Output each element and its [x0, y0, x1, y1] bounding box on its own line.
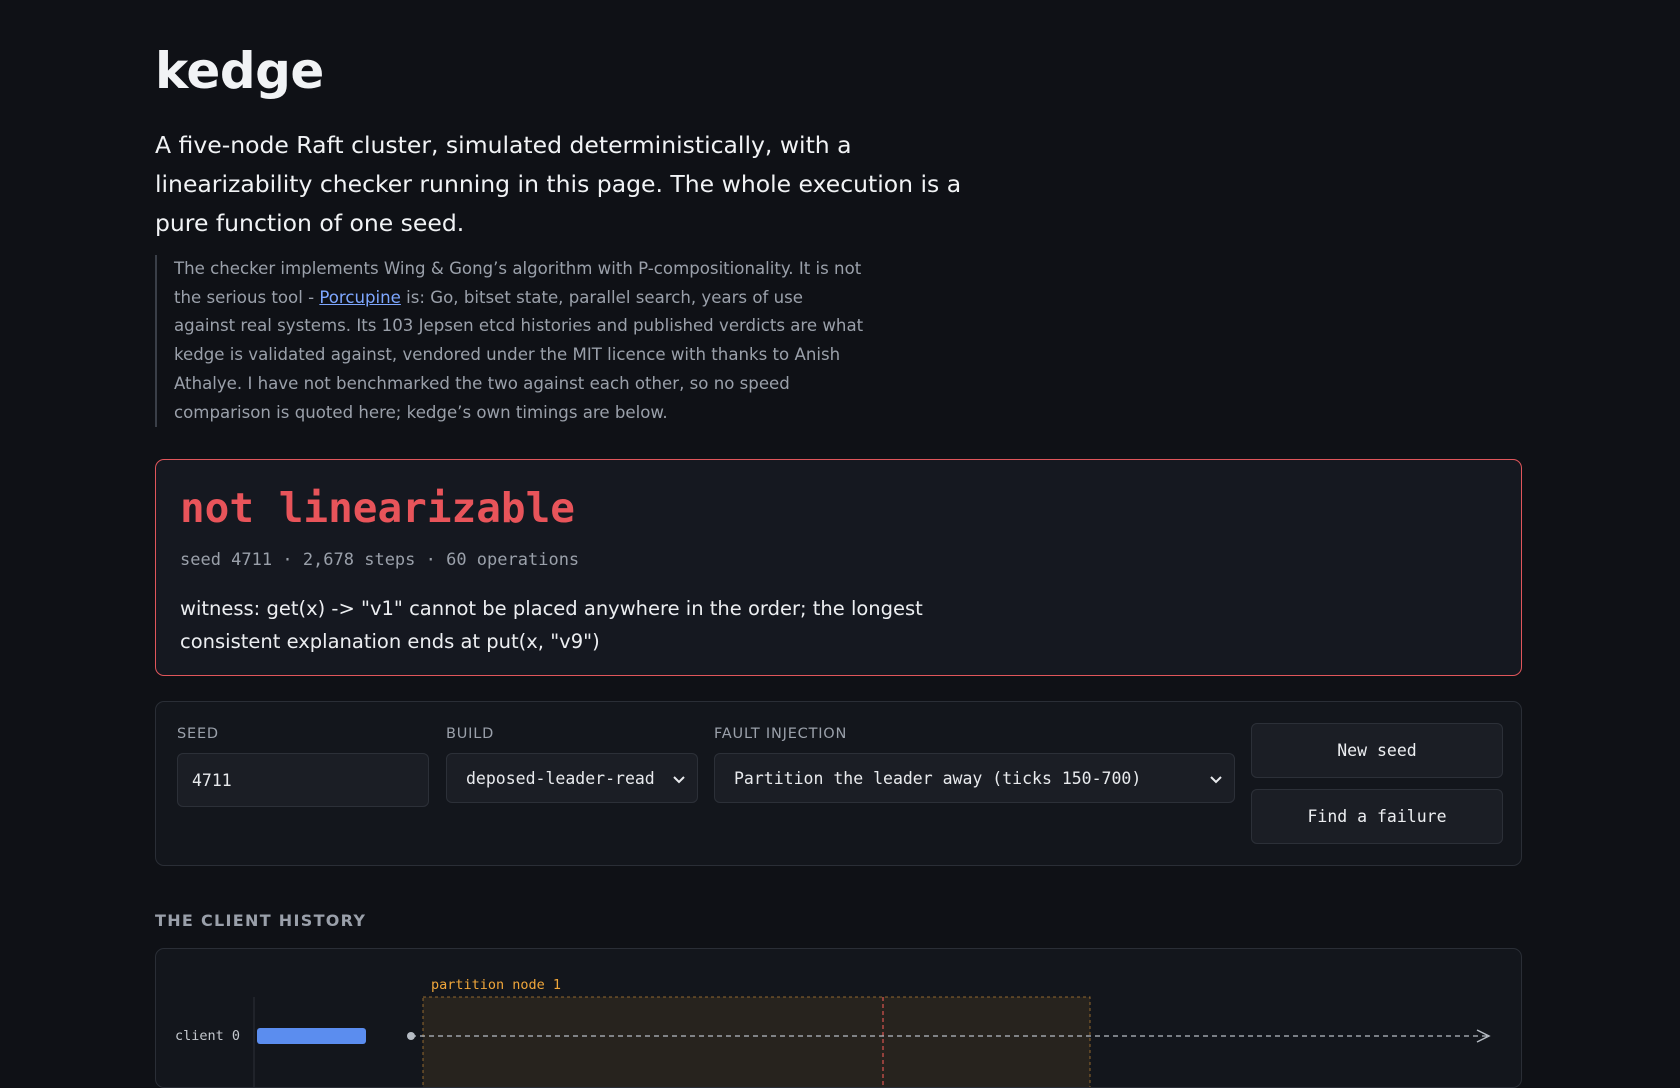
new-seed-button[interactable]: New seed [1251, 723, 1503, 778]
seed-value: 4711 [192, 770, 232, 790]
build-label: BUILD [446, 726, 495, 742]
client-0-operation[interactable] [257, 1028, 366, 1044]
client-history-panel: partition node 1 client 0 [155, 948, 1522, 1088]
chevron-down-icon [1210, 776, 1222, 784]
chevron-down-icon [673, 776, 685, 784]
build-field: BUILD deposed-leader-read [446, 726, 698, 803]
partition-label: partition node 1 [431, 977, 561, 993]
seed-input[interactable]: 4711 [177, 753, 429, 807]
verdict-witness: witness: get(x) -> "v1" cannot be placed… [180, 597, 923, 653]
fault-select[interactable]: Partition the leader away (ticks 150-700… [714, 753, 1235, 803]
verdict-meta: seed 4711 · 2,678 steps · 60 operations [180, 550, 580, 570]
client-0-invoke-point [407, 1032, 415, 1040]
porcupine-link[interactable]: Porcupine [319, 288, 401, 307]
verdict-title: not linearizable [180, 484, 575, 532]
verdict-card: not linearizable seed 4711 · 2,678 steps… [155, 459, 1522, 676]
seed-label: SEED [177, 726, 219, 742]
page-intro: A five-node Raft cluster, simulated dete… [155, 131, 962, 237]
note-text-end: is: Go, bitset state, parallel search, y… [174, 287, 864, 422]
fault-value: Partition the leader away (ticks 150-700… [734, 768, 1142, 788]
build-select[interactable]: deposed-leader-read [446, 753, 698, 803]
page-title: kedge [155, 42, 324, 100]
client-0-label: client 0 [175, 1028, 240, 1044]
controls-panel: SEED 4711 BUILD deposed-leader-read FAUL… [155, 701, 1522, 866]
checker-note: The checker implements Wing & Gong’s alg… [155, 255, 864, 428]
fault-label: FAULT INJECTION [714, 726, 848, 742]
seed-field: SEED 4711 [177, 726, 429, 807]
page: kedge A five-node Raft cluster, simulate… [0, 0, 1680, 1088]
find-failure-button[interactable]: Find a failure [1251, 789, 1503, 844]
build-value: deposed-leader-read [466, 768, 655, 788]
history-timeline: partition node 1 client 0 [175, 977, 1491, 1087]
partition-region [422, 996, 1091, 1087]
fault-field: FAULT INJECTION Partition the leader awa… [714, 726, 1235, 803]
client-history-heading: THE CLIENT HISTORY [155, 911, 367, 930]
